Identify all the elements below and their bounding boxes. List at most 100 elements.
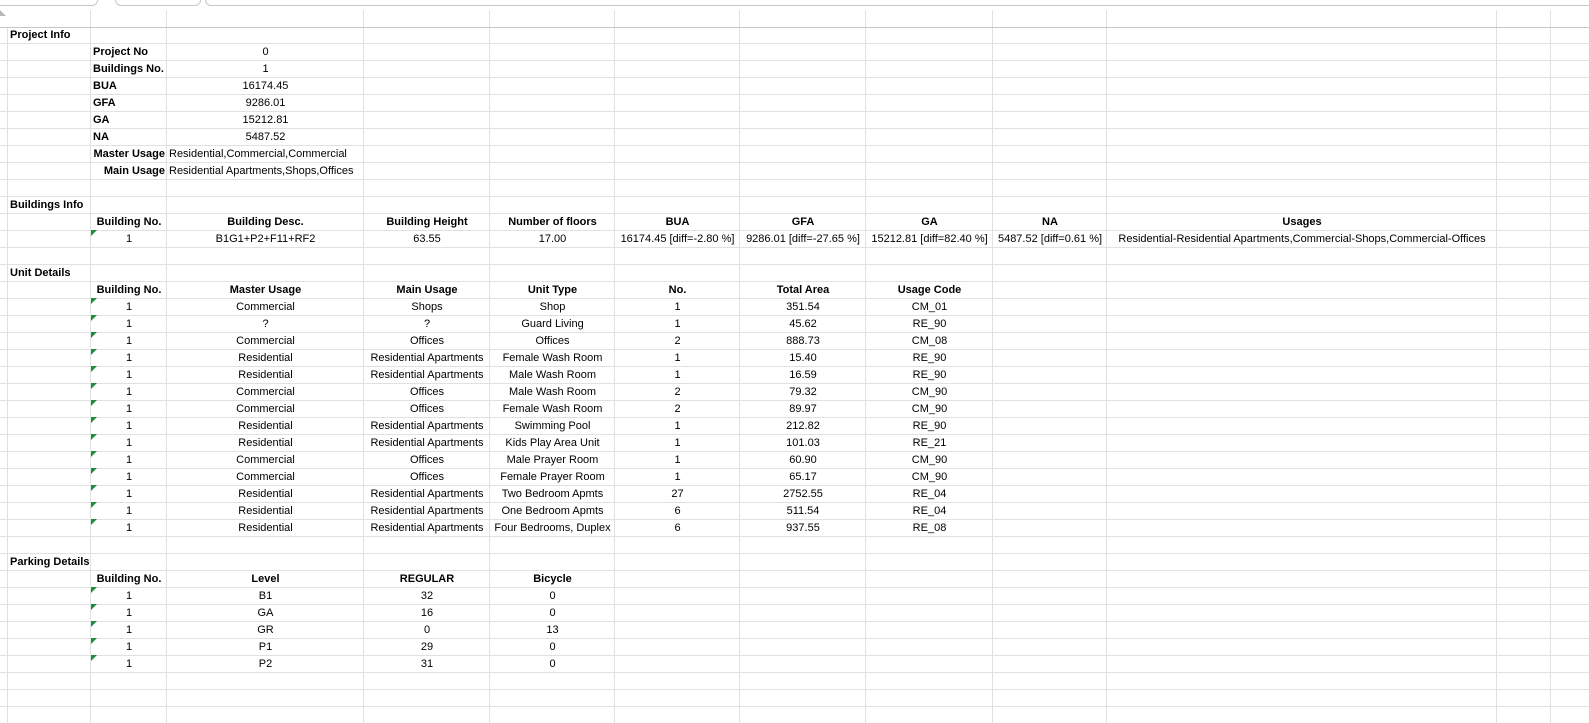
column-header-d[interactable] <box>364 10 490 27</box>
data-cell[interactable]: 1 <box>91 469 167 485</box>
column-heading[interactable]: BUA <box>615 214 740 230</box>
column-heading[interactable]: Usage Code <box>866 282 993 298</box>
select-all-corner[interactable] <box>0 10 6 16</box>
data-cell[interactable]: 1 <box>91 435 167 451</box>
data-cell[interactable]: 0 <box>490 639 615 655</box>
row-number[interactable] <box>0 248 7 264</box>
column-header-e[interactable] <box>490 10 615 27</box>
data-cell[interactable]: 1 <box>91 588 167 604</box>
row-number[interactable] <box>0 146 7 162</box>
data-cell[interactable]: Residential <box>167 435 364 451</box>
row-number[interactable] <box>0 554 7 570</box>
data-cell[interactable]: 511.54 <box>740 503 866 519</box>
data-cell[interactable]: 31 <box>364 656 490 672</box>
field-label[interactable]: Buildings No. <box>91 61 167 77</box>
field-value[interactable]: 5487.52 <box>167 129 364 145</box>
data-cell[interactable]: 1 <box>615 452 740 468</box>
data-cell[interactable]: P1 <box>167 639 364 655</box>
column-heading[interactable]: Main Usage <box>364 282 490 298</box>
data-cell[interactable]: 1 <box>91 656 167 672</box>
row-number[interactable] <box>0 571 7 587</box>
data-cell[interactable]: 2752.55 <box>740 486 866 502</box>
row-number[interactable] <box>0 520 7 536</box>
data-cell[interactable]: Commercial <box>167 333 364 349</box>
data-cell[interactable]: Shop <box>490 299 615 315</box>
section-title[interactable]: Buildings Info <box>8 197 91 213</box>
data-cell[interactable]: Residential Apartments <box>364 503 490 519</box>
data-cell[interactable]: Residential Apartments <box>364 435 490 451</box>
data-cell[interactable]: 1 <box>91 520 167 536</box>
data-cell[interactable]: 15.40 <box>740 350 866 366</box>
row-number[interactable] <box>0 333 7 349</box>
column-heading[interactable]: No. <box>615 282 740 298</box>
field-value[interactable]: Residential Apartments,Shops,Offices <box>167 163 364 179</box>
data-cell[interactable]: 351.54 <box>740 299 866 315</box>
row-number[interactable] <box>0 282 7 298</box>
spreadsheet-grid[interactable]: Project Info Project No 0 Buildings No. 1 BUA… <box>0 28 1589 723</box>
data-cell[interactable]: 1 <box>91 350 167 366</box>
data-cell[interactable]: 9286.01 [diff=-27.65 %] <box>740 231 866 247</box>
data-cell[interactable]: 0 <box>364 622 490 638</box>
column-heading[interactable]: Level <box>167 571 364 587</box>
row-number[interactable] <box>0 656 7 672</box>
row-number[interactable] <box>0 231 7 247</box>
data-cell[interactable]: Male Wash Room <box>490 384 615 400</box>
data-cell[interactable]: RE_04 <box>866 486 993 502</box>
field-label[interactable]: GA <box>91 112 167 128</box>
data-cell[interactable]: 32 <box>364 588 490 604</box>
data-cell[interactable]: 65.17 <box>740 469 866 485</box>
data-cell[interactable]: 1 <box>91 231 167 247</box>
data-cell[interactable]: 1 <box>91 605 167 621</box>
data-cell[interactable]: ? <box>167 316 364 332</box>
data-cell[interactable]: Residential Apartments <box>364 486 490 502</box>
data-cell[interactable]: B1G1+P2+F11+RF2 <box>167 231 364 247</box>
data-cell[interactable]: 937.55 <box>740 520 866 536</box>
column-heading[interactable]: Unit Type <box>490 282 615 298</box>
row-number[interactable] <box>0 486 7 502</box>
column-header-c[interactable] <box>167 10 364 27</box>
data-cell[interactable]: 29 <box>364 639 490 655</box>
data-cell[interactable]: 212.82 <box>740 418 866 434</box>
field-value[interactable]: 9286.01 <box>167 95 364 111</box>
data-cell[interactable]: RE_90 <box>866 367 993 383</box>
field-label[interactable]: NA <box>91 129 167 145</box>
data-cell[interactable]: 1 <box>91 503 167 519</box>
column-heading[interactable]: Building No. <box>91 214 167 230</box>
column-header-a[interactable] <box>8 10 91 27</box>
column-heading[interactable]: NA <box>993 214 1107 230</box>
data-cell[interactable]: CM_01 <box>866 299 993 315</box>
column-heading[interactable]: REGULAR <box>364 571 490 587</box>
data-cell[interactable]: 6 <box>615 503 740 519</box>
column-header-i[interactable] <box>993 10 1107 27</box>
data-cell[interactable]: CM_08 <box>866 333 993 349</box>
data-cell[interactable]: 5487.52 [diff=0.61 %] <box>993 231 1107 247</box>
row-number[interactable] <box>0 180 7 196</box>
data-cell[interactable]: Female Prayer Room <box>490 469 615 485</box>
data-cell[interactable]: 1 <box>91 367 167 383</box>
column-heading[interactable]: Number of floors <box>490 214 615 230</box>
data-cell[interactable]: Residential <box>167 486 364 502</box>
column-heading[interactable]: Bicycle <box>490 571 615 587</box>
data-cell[interactable]: 1 <box>91 486 167 502</box>
column-heading[interactable]: Usages <box>1107 214 1497 230</box>
data-cell[interactable]: Residential Apartments <box>364 367 490 383</box>
data-cell[interactable]: Residential <box>167 520 364 536</box>
row-number[interactable] <box>0 61 7 77</box>
data-cell[interactable]: 27 <box>615 486 740 502</box>
data-cell[interactable]: Offices <box>364 469 490 485</box>
row-number[interactable] <box>0 588 7 604</box>
data-cell[interactable]: 2 <box>615 333 740 349</box>
data-cell[interactable]: 16 <box>364 605 490 621</box>
data-cell[interactable]: Commercial <box>167 384 364 400</box>
row-number[interactable] <box>0 350 7 366</box>
field-label[interactable]: Project No <box>91 44 167 60</box>
data-cell[interactable]: 888.73 <box>740 333 866 349</box>
data-cell[interactable]: Offices <box>364 333 490 349</box>
data-cell[interactable]: 2 <box>615 401 740 417</box>
data-cell[interactable]: Residential <box>167 418 364 434</box>
data-cell[interactable]: 1 <box>615 435 740 451</box>
column-heading[interactable]: Total Area <box>740 282 866 298</box>
row-number[interactable] <box>0 384 7 400</box>
column-heading[interactable]: GA <box>866 214 993 230</box>
column-heading[interactable]: GFA <box>740 214 866 230</box>
